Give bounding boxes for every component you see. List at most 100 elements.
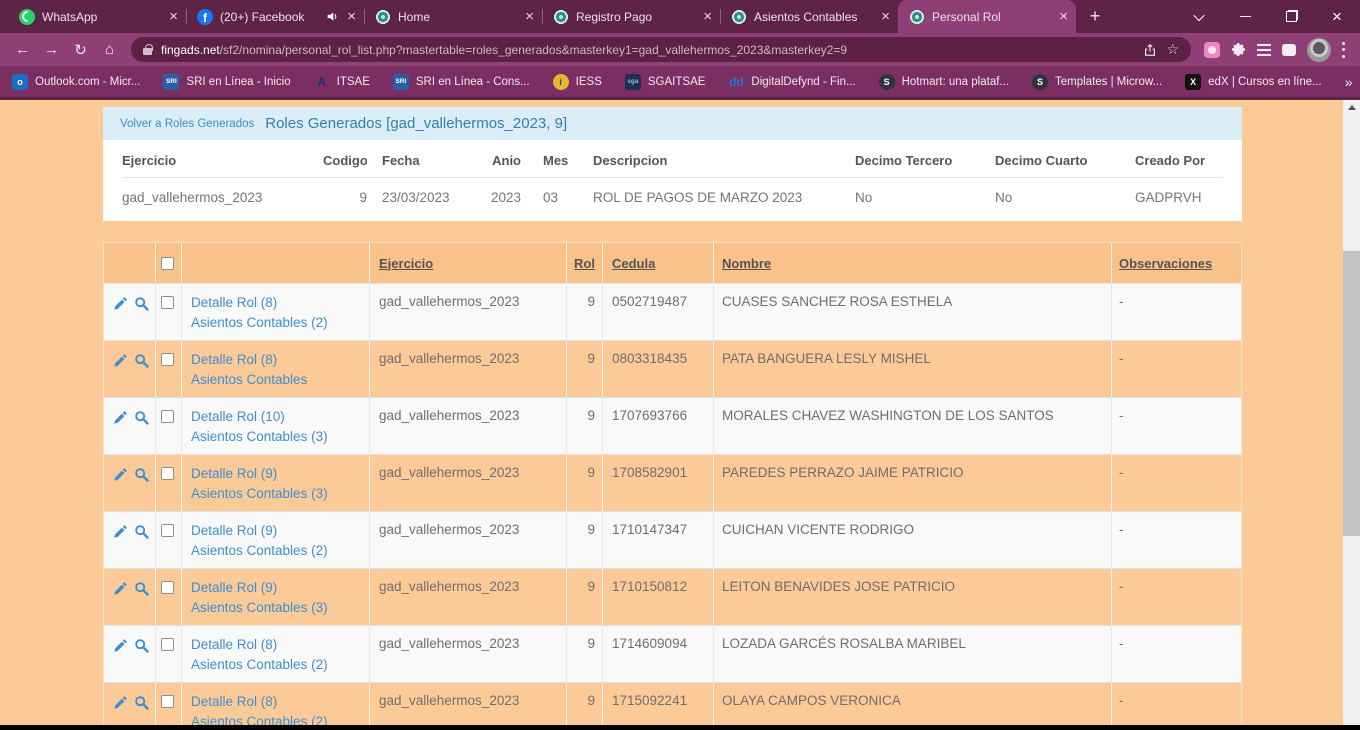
lock-icon[interactable] [143,48,152,55]
asientos-contables-link[interactable]: Asientos Contables (3) [191,427,369,447]
home-icon[interactable]: ⌂ [96,41,123,58]
view-magnifier-icon[interactable] [134,638,149,653]
row-checkbox[interactable] [161,467,174,480]
detalle-rol-link[interactable]: Detalle Rol (9) [191,578,369,598]
bookmark-item[interactable]: X edX | Cursos en líne... [1185,74,1322,90]
profile-avatar[interactable] [1307,38,1331,62]
side-panel-icon[interactable] [1282,44,1296,56]
reading-list-icon[interactable] [1257,44,1271,56]
vertical-scrollbar[interactable] [1343,100,1360,730]
row-checkbox[interactable] [161,296,174,309]
row-checkbox[interactable] [161,638,174,651]
column-header-observaciones[interactable]: Observaciones [1119,256,1212,271]
share-icon[interactable] [1143,43,1157,57]
asientos-contables-link[interactable]: Asientos Contables [191,370,369,390]
detalle-rol-link[interactable]: Detalle Rol (9) [191,464,369,484]
bookmark-item[interactable]: SRI SRI en Línea - Cons... [393,74,530,90]
restore-button[interactable] [1268,0,1314,33]
header-links-cell [182,243,370,283]
edit-pencil-icon[interactable] [113,581,128,596]
detalle-rol-link[interactable]: Detalle Rol (9) [191,521,369,541]
row-checkbox[interactable] [161,524,174,537]
tab-audio-icon[interactable] [326,10,340,23]
column-header-rol[interactable]: Rol [574,256,595,271]
view-magnifier-icon[interactable] [134,524,149,539]
row-checkbox[interactable] [161,353,174,366]
bookmark-item[interactable]: dd DigitalDefynd - Fin... [728,74,855,90]
browser-tab[interactable]: (20+) Facebook [186,0,364,33]
address-bar[interactable]: fingads.net/sf2/nomina/personal_rol_list… [131,37,1191,62]
menu-kebab-icon[interactable] [1342,42,1346,58]
asientos-contables-link[interactable]: Asientos Contables (2) [191,313,369,333]
scrollbar-up-arrow-icon[interactable] [1343,100,1360,115]
bookmark-item[interactable]: SRI SRI en Línea - Inicio [163,74,290,90]
detalle-rol-link[interactable]: Detalle Rol (8) [191,692,369,712]
view-magnifier-icon[interactable] [134,296,149,311]
browser-tab[interactable]: Asientos Contables [720,0,898,33]
cell-ejercicio: gad_vallehermos_2023 [370,341,567,397]
detalle-rol-link[interactable]: Detalle Rol (8) [191,350,369,370]
tab-close-icon[interactable] [169,9,178,24]
forward-icon[interactable]: → [38,41,65,58]
browser-tab[interactable]: Home [364,0,542,33]
back-icon[interactable]: ← [9,41,36,58]
back-to-roles-link[interactable]: Volver a Roles Generados [120,118,254,130]
detalle-rol-link[interactable]: Detalle Rol (8) [191,635,369,655]
edit-pencil-icon[interactable] [113,638,128,653]
tab-strip: WhatsApp (20+) Facebook Home Registro Pa… [8,0,1076,33]
tab-search-chevron-icon[interactable] [1176,0,1222,33]
browser-tab[interactable]: WhatsApp [8,0,186,33]
select-all-checkbox[interactable] [161,257,174,270]
minimize-button[interactable] [1222,0,1268,33]
pink-extension-icon[interactable] [1204,42,1220,58]
asientos-contables-link[interactable]: Asientos Contables (2) [191,541,369,561]
cell-nombre: OLAYA CAMPOS VERONICA [714,683,1112,730]
cell-observaciones: - [1112,683,1243,730]
bookmarks-overflow-icon[interactable] [1345,74,1353,90]
edit-pencil-icon[interactable] [113,296,128,311]
column-header-nombre[interactable]: Nombre [722,256,771,271]
table-row: Detalle Rol (8) Asientos Contables (2) g… [104,283,1241,340]
bookmark-item[interactable]: S Templates | Microw... [1032,74,1162,90]
bookmark-star-icon[interactable] [1166,41,1179,58]
row-checkbox[interactable] [161,410,174,423]
edit-pencil-icon[interactable] [113,410,128,425]
asientos-contables-link[interactable]: Asientos Contables (3) [191,484,369,504]
view-magnifier-icon[interactable] [134,410,149,425]
tab-close-icon[interactable] [347,9,356,24]
detalle-rol-link[interactable]: Detalle Rol (8) [191,293,369,313]
tab-close-icon[interactable] [881,9,890,24]
close-window-button[interactable] [1314,0,1360,33]
edit-pencil-icon[interactable] [113,695,128,710]
column-header-ejercicio[interactable]: Ejercicio [379,256,433,271]
tab-close-icon[interactable] [525,9,534,24]
column-header-cedula[interactable]: Cedula [612,256,655,271]
reload-icon[interactable]: ↻ [67,41,94,59]
edit-pencil-icon[interactable] [113,524,128,539]
browser-tab[interactable]: Personal Rol [898,0,1076,33]
asientos-contables-link[interactable]: Asientos Contables (2) [191,655,369,675]
tab-close-icon[interactable] [703,9,712,24]
new-tab-button[interactable] [1080,2,1110,31]
bookmark-item[interactable]: A ITSAE [314,74,370,90]
bookmark-item[interactable]: o Outlook.com - Micr... [12,74,140,90]
detalle-rol-link[interactable]: Detalle Rol (10) [191,407,369,427]
browser-tab[interactable]: Registro Pago [542,0,720,33]
tab-close-icon[interactable] [1059,9,1068,24]
view-magnifier-icon[interactable] [134,467,149,482]
master-value-decimo-cuarto: No [995,178,1135,205]
view-magnifier-icon[interactable] [134,353,149,368]
bookmark-item[interactable]: sga SGAITSAE [625,74,706,90]
extensions-puzzle-icon[interactable] [1231,42,1246,57]
bookmark-item[interactable]: i IESS [553,74,602,90]
view-magnifier-icon[interactable] [134,695,149,710]
table-row: Detalle Rol (9) Asientos Contables (3) g… [104,454,1241,511]
asientos-contables-link[interactable]: Asientos Contables (3) [191,598,369,618]
edit-pencil-icon[interactable] [113,353,128,368]
row-checkbox[interactable] [161,695,174,708]
view-magnifier-icon[interactable] [134,581,149,596]
scrollbar-thumb[interactable] [1343,251,1360,536]
row-checkbox[interactable] [161,581,174,594]
edit-pencil-icon[interactable] [113,467,128,482]
bookmark-item[interactable]: S Hotmart: una plataf... [879,74,1009,90]
